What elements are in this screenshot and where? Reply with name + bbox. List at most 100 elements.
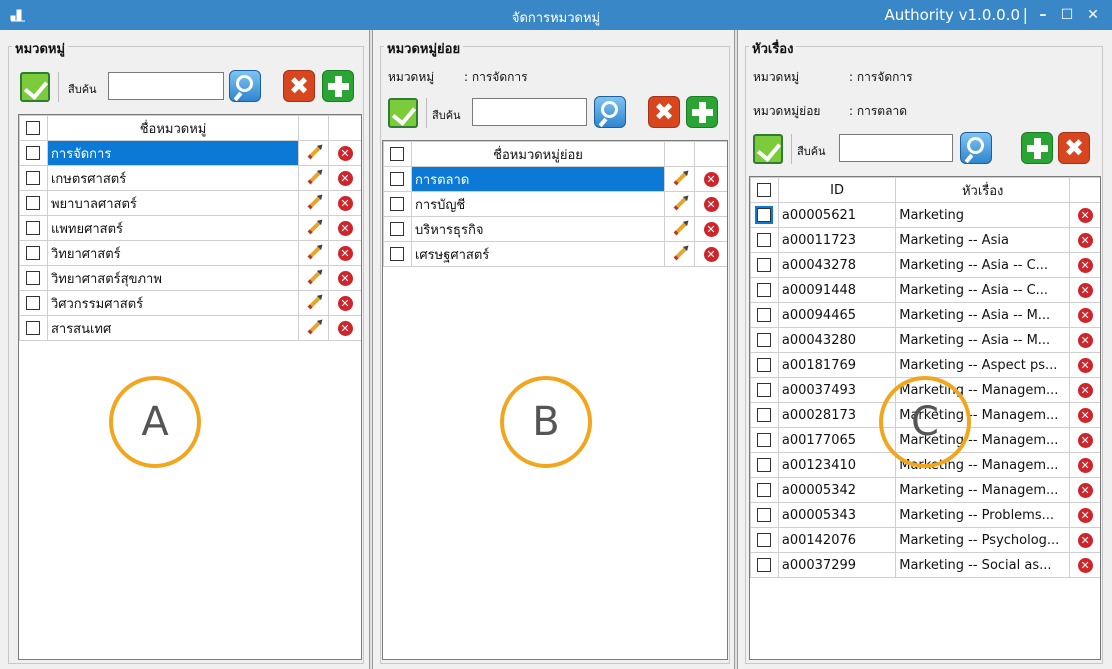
pencil-icon[interactable] <box>673 222 686 236</box>
row-checkbox[interactable] <box>26 271 41 285</box>
subject-search-input[interactable] <box>839 134 953 162</box>
edit-cell[interactable] <box>298 240 330 266</box>
edit-cell[interactable] <box>298 315 330 341</box>
edit-cell[interactable] <box>298 140 330 166</box>
subject-name-cell[interactable]: Marketing -- Social as... <box>895 552 1071 578</box>
subcategory-name-header[interactable]: ชื่อหมวดหมู่ย่อย <box>410 141 666 167</box>
delete-row-icon[interactable]: ✕ <box>703 246 719 262</box>
delete-row-icon[interactable]: ✕ <box>1077 232 1093 248</box>
delete-row-icon[interactable]: ✕ <box>703 171 719 187</box>
delete-cell[interactable]: ✕ <box>1069 302 1100 328</box>
category-name-header[interactable]: ชื่อหมวดหมู่ <box>46 115 300 141</box>
table-row[interactable]: a00011723 Marketing -- Asia ✕ <box>750 227 1100 253</box>
pencil-icon[interactable] <box>307 171 320 185</box>
row-checkbox-cell[interactable] <box>750 277 779 303</box>
table-row[interactable]: วิทยาศาสตร์สุขภาพ ✕ <box>19 265 361 291</box>
subject-id-cell[interactable]: a00005621 <box>777 202 897 228</box>
delete-cell[interactable]: ✕ <box>1069 252 1100 278</box>
delete-cell[interactable]: ✕ <box>1069 477 1100 503</box>
select-all-checkbox[interactable] <box>757 183 772 197</box>
subcategory-name-cell[interactable]: การตลาด <box>410 166 666 192</box>
subject-name-cell[interactable]: Marketing -- Asia -- C... <box>895 252 1071 278</box>
subject-name-cell[interactable]: Marketing -- Asia -- M... <box>895 327 1071 353</box>
table-row[interactable]: การจัดการ ✕ <box>19 140 361 166</box>
delete-row-icon[interactable]: ✕ <box>1077 532 1093 548</box>
table-row[interactable]: a00043278 Marketing -- Asia -- C... ✕ <box>750 252 1100 278</box>
row-checkbox[interactable] <box>26 146 41 160</box>
header-checkbox-cell[interactable] <box>750 177 779 203</box>
delete-row-icon[interactable]: ✕ <box>337 145 353 161</box>
edit-cell[interactable] <box>298 165 330 191</box>
category-name-cell[interactable]: แพทยศาสตร์ <box>46 215 300 241</box>
panel-splitter[interactable] <box>734 30 738 669</box>
subject-name-cell[interactable]: Marketing -- Psycholog... <box>895 527 1071 553</box>
delete-row-icon[interactable]: ✕ <box>1077 307 1093 323</box>
subject-id-cell[interactable]: a00177065 <box>777 427 897 453</box>
table-row[interactable]: วิทยาศาสตร์ ✕ <box>19 240 361 266</box>
pencil-icon[interactable] <box>307 196 320 210</box>
delete-row-icon[interactable]: ✕ <box>1077 482 1093 498</box>
row-checkbox-cell[interactable] <box>750 452 779 478</box>
row-checkbox[interactable] <box>26 296 41 310</box>
edit-cell[interactable] <box>298 265 330 291</box>
category-add-button[interactable] <box>322 70 354 102</box>
subject-name-cell[interactable]: Marketing <box>895 202 1071 228</box>
delete-row-icon[interactable]: ✕ <box>1077 257 1093 273</box>
row-checkbox[interactable] <box>757 458 772 472</box>
edit-cell[interactable] <box>298 290 330 316</box>
row-checkbox-cell[interactable] <box>19 165 48 191</box>
table-row[interactable]: a00037299 Marketing -- Social as... ✕ <box>750 552 1100 578</box>
select-all-checkbox[interactable] <box>390 147 405 161</box>
delete-row-icon[interactable]: ✕ <box>1077 507 1093 523</box>
delete-row-icon[interactable]: ✕ <box>1077 557 1093 573</box>
subcategory-add-button[interactable] <box>686 96 718 128</box>
row-checkbox-cell[interactable] <box>750 302 779 328</box>
subject-name-cell[interactable]: Marketing -- Asia -- M... <box>895 302 1071 328</box>
edit-cell[interactable] <box>298 215 330 241</box>
pencil-icon[interactable] <box>673 172 686 186</box>
delete-cell[interactable]: ✕ <box>328 165 361 191</box>
subject-id-cell[interactable]: a00043278 <box>777 252 897 278</box>
delete-row-icon[interactable]: ✕ <box>1077 357 1093 373</box>
category-name-cell[interactable]: สารสนเทศ <box>46 315 300 341</box>
row-checkbox-cell[interactable] <box>750 552 779 578</box>
subject-name-cell[interactable]: Marketing -- Aspect ps... <box>895 352 1071 378</box>
delete-row-icon[interactable]: ✕ <box>337 295 353 311</box>
delete-cell[interactable]: ✕ <box>1069 377 1100 403</box>
row-checkbox-cell[interactable] <box>750 527 779 553</box>
row-checkbox[interactable] <box>757 233 772 247</box>
subject-name-cell[interactable]: Marketing -- Managem... <box>895 477 1071 503</box>
table-row[interactable]: a00091448 Marketing -- Asia -- C... ✕ <box>750 277 1100 303</box>
subcategory-delete-button[interactable]: ✖ <box>648 96 680 128</box>
delete-cell[interactable]: ✕ <box>328 215 361 241</box>
table-row[interactable]: a00005342 Marketing -- Managem... ✕ <box>750 477 1100 503</box>
table-row[interactable]: a00005621 Marketing ✕ <box>750 202 1100 228</box>
delete-row-icon[interactable]: ✕ <box>337 270 353 286</box>
subject-id-cell[interactable]: a00011723 <box>777 227 897 253</box>
subcategory-name-cell[interactable]: บริหารธุรกิจ <box>410 216 666 242</box>
subject-id-cell[interactable]: a00091448 <box>777 277 897 303</box>
delete-row-icon[interactable]: ✕ <box>337 320 353 336</box>
close-window-button[interactable]: ✕ <box>1082 4 1104 26</box>
delete-row-icon[interactable]: ✕ <box>1077 382 1093 398</box>
delete-row-icon[interactable]: ✕ <box>703 196 719 212</box>
table-row[interactable]: a00005343 Marketing -- Problems... ✕ <box>750 502 1100 528</box>
delete-cell[interactable]: ✕ <box>694 241 727 267</box>
delete-row-icon[interactable]: ✕ <box>337 195 353 211</box>
pencil-icon[interactable] <box>307 271 320 285</box>
pencil-icon[interactable] <box>673 197 686 211</box>
delete-cell[interactable]: ✕ <box>328 190 361 216</box>
row-checkbox-cell[interactable] <box>750 477 779 503</box>
row-checkbox-cell[interactable] <box>19 315 48 341</box>
delete-cell[interactable]: ✕ <box>328 240 361 266</box>
subject-id-cell[interactable]: a00142076 <box>777 527 897 553</box>
table-row[interactable]: a00094465 Marketing -- Asia -- M... ✕ <box>750 302 1100 328</box>
delete-row-icon[interactable]: ✕ <box>1077 207 1093 223</box>
row-checkbox[interactable] <box>757 358 772 372</box>
row-checkbox-cell[interactable] <box>19 265 48 291</box>
row-checkbox-cell[interactable] <box>19 190 48 216</box>
row-checkbox[interactable] <box>390 222 405 236</box>
delete-row-icon[interactable]: ✕ <box>1077 332 1093 348</box>
table-row[interactable]: การตลาด ✕ <box>383 166 727 192</box>
select-all-checkbox[interactable] <box>26 121 41 135</box>
